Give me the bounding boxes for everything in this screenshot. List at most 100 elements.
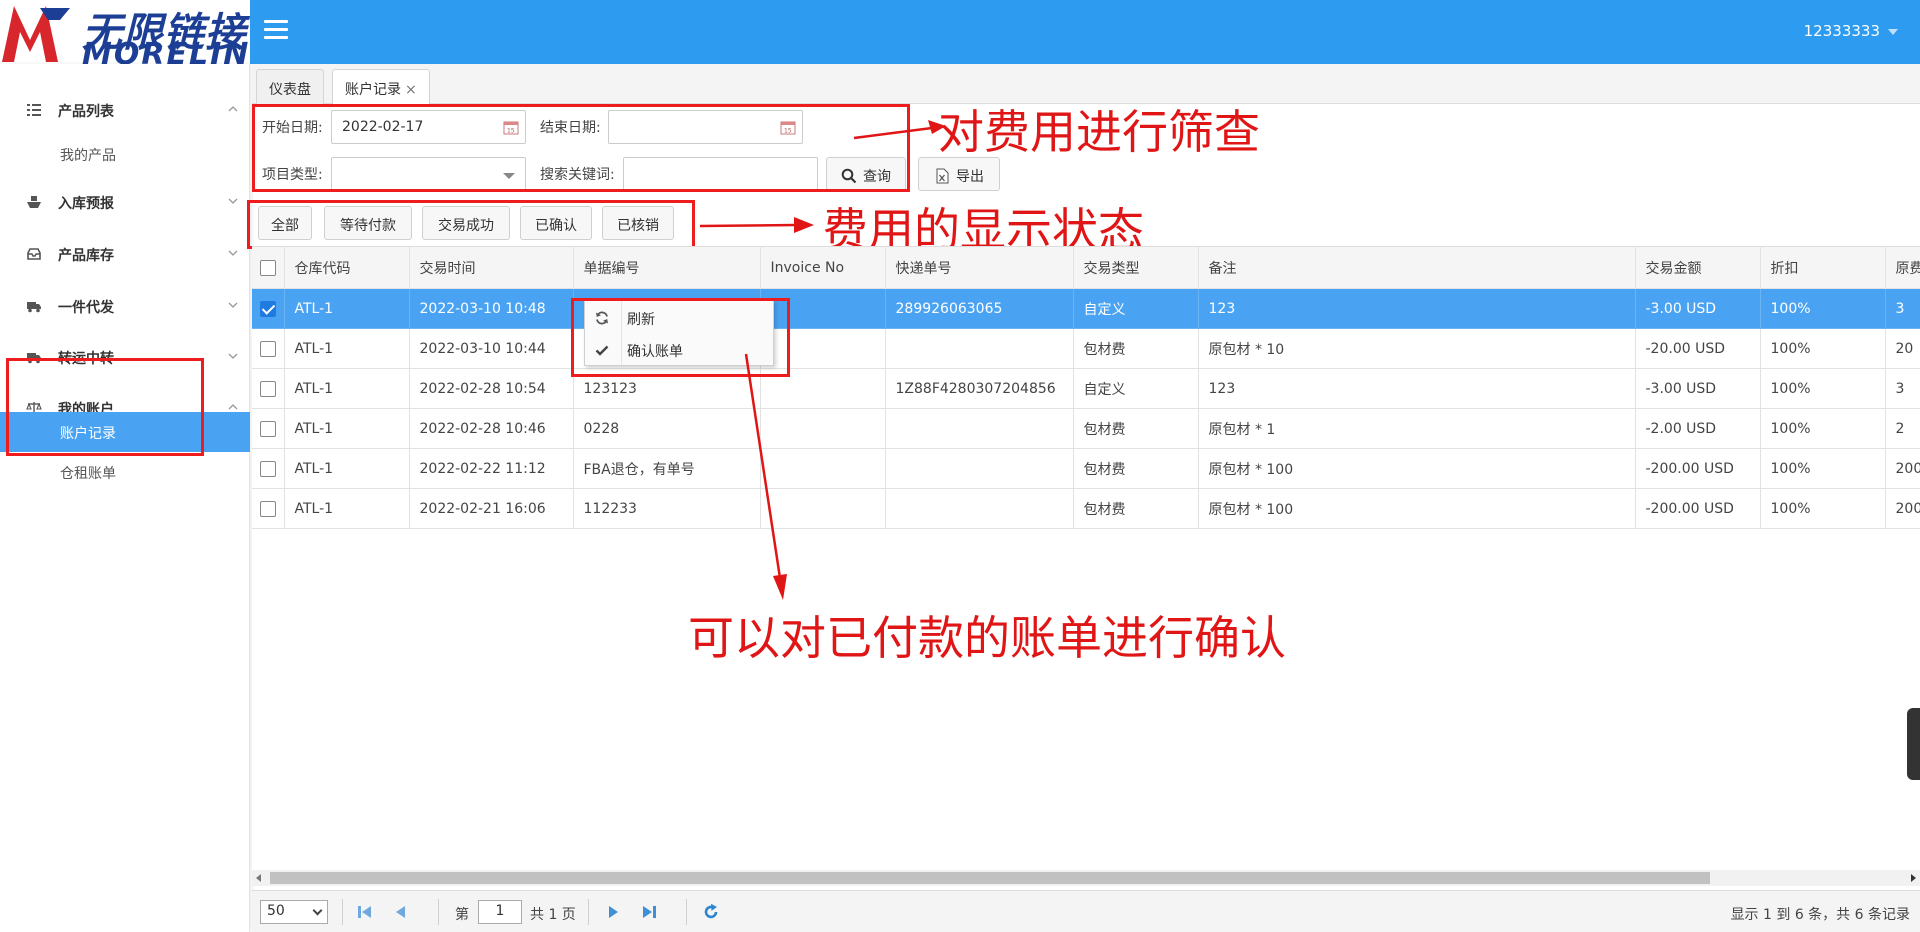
page-size-select[interactable]: 50 (260, 900, 328, 924)
annotation-confirm-text: 可以对已付款的账单进行确认 (688, 611, 1286, 665)
chevron-down-icon (228, 198, 238, 204)
table-cell: FBA退仓，有单号 (573, 448, 761, 489)
page-number-value: 1 (495, 903, 505, 919)
column-header[interactable]: Invoice No (760, 246, 886, 289)
export-button[interactable]: 导出 (918, 157, 1000, 191)
column-header[interactable]: 交易类型 (1073, 246, 1199, 289)
sidebar-item-my-products[interactable]: 我的产品 (0, 134, 250, 174)
column-header[interactable]: 交易时间 (409, 246, 574, 289)
ship-icon (27, 196, 41, 208)
chevron-down-icon (228, 353, 238, 359)
row-select-cell[interactable] (252, 328, 285, 369)
user-name: 12333333 (1803, 22, 1880, 40)
side-widget[interactable] (1907, 708, 1920, 780)
sidebar-group-label: 入库预报 (58, 196, 114, 212)
sidebar-item-storage-bill[interactable]: 仓租账单 (0, 452, 250, 492)
annotation-box-my-account (6, 358, 204, 456)
table-row[interactable]: ATL-1 2022-02-22 11:12 FBA退仓，有单号 包材费 原包材 * 1… (252, 448, 1920, 489)
pager-separator (588, 899, 589, 925)
sidebar-group-product-list[interactable]: 产品列表 (0, 90, 250, 130)
row-select-cell[interactable] (252, 408, 285, 449)
table-cell: -2.00 USD (1635, 408, 1761, 449)
next-page-icon[interactable] (604, 903, 622, 921)
row-checkbox[interactable] (259, 500, 276, 517)
table-row[interactable]: ATL-1 2022-02-28 10:46 0228 包材费 原包材 * 1 -2.00… (252, 408, 1920, 449)
table-cell: 100% (1760, 288, 1886, 329)
table-cell: 包材费 (1073, 328, 1199, 369)
column-header[interactable]: 折扣 (1760, 246, 1886, 289)
table-body: ATL-1 2022-03-10 10:48 289926063065 自定义 123-… (252, 288, 1920, 529)
logo-english: MORELINK (82, 37, 250, 65)
scrollbar-thumb[interactable] (270, 872, 1710, 884)
table-header-row: 仓库代码 交易时间 单据编号 Invoice No 快递单号 交易类型 备注 交… (252, 246, 1920, 289)
menu-toggle-button[interactable] (264, 20, 288, 42)
table-cell: 2022-02-21 16:06 (409, 488, 574, 529)
page-number-input[interactable]: 1 (478, 900, 522, 924)
horizontal-scrollbar[interactable] (252, 870, 1920, 886)
reload-icon[interactable] (702, 903, 720, 921)
column-header[interactable]: 仓库代码 (284, 246, 410, 289)
tab-account-records[interactable]: 账户记录 × (332, 69, 430, 105)
table-row[interactable]: ATL-1 2022-03-10 10:48 289926063065 自定义 123-… (252, 288, 1920, 329)
page-size-value: 50 (267, 903, 285, 919)
table-row[interactable]: ATL-1 2022-03-10 10:44 包材费 原包材 * 10 -20.00 U… (252, 328, 1920, 369)
user-menu[interactable]: 12333333 (1804, 22, 1898, 40)
row-checkbox[interactable] (259, 380, 276, 397)
previous-page-icon[interactable] (392, 903, 410, 921)
scroll-right-icon[interactable] (1911, 874, 1916, 882)
row-checkbox[interactable] (259, 420, 276, 437)
table-row[interactable]: ATL-1 2022-02-28 10:54 123123 1Z88F42803072… (252, 368, 1920, 409)
annotation-arrow (744, 353, 787, 600)
table-row[interactable]: ATL-1 2022-02-21 16:06 112233 包材费 原包材 * 100-… (252, 488, 1920, 529)
table-cell: 包材费 (1073, 408, 1199, 449)
table-cell: 123 (1198, 288, 1636, 329)
table-cell (885, 408, 1074, 449)
table-cell: 原包材 * 10 (1198, 328, 1636, 369)
tab-dashboard[interactable]: 仪表盘 (256, 69, 324, 104)
row-select-cell[interactable] (252, 488, 285, 529)
table-cell (885, 448, 1074, 489)
annotation-arrow (853, 120, 946, 140)
table-cell: 2022-02-22 11:12 (409, 448, 574, 489)
row-select-cell[interactable] (252, 288, 285, 329)
table-cell: ATL-1 (284, 488, 410, 529)
chevron-up-icon (228, 404, 238, 410)
sidebar-group-product-inventory[interactable]: 产品库存 (0, 234, 250, 274)
annotation-box-filters (252, 104, 910, 192)
last-page-icon[interactable] (640, 903, 658, 921)
pagination-bar: 50 第 1 共 1 页 显示 1 到 6 条，共 6 条记录 (252, 890, 1920, 932)
sidebar-group-dropshipping[interactable]: 一件代发 (0, 286, 250, 326)
annotation-filter-text: 对费用进行筛查 (938, 105, 1260, 159)
table-cell: -3.00 USD (1635, 288, 1761, 329)
row-checkbox[interactable] (259, 300, 276, 317)
close-icon[interactable]: × (405, 82, 417, 98)
select-all-checkbox[interactable] (259, 259, 276, 276)
morelink-logo-icon (2, 6, 70, 62)
annotation-arrow (699, 217, 814, 233)
column-header[interactable]: 单据编号 (573, 246, 761, 289)
table-cell: 2022-03-10 10:44 (409, 328, 574, 369)
column-header[interactable]: 快递单号 (885, 246, 1074, 289)
list-icon (27, 104, 41, 116)
truck-icon (27, 302, 41, 313)
column-header[interactable]: 交易金额 (1635, 246, 1761, 289)
records-table: 仓库代码 交易时间 单据编号 Invoice No 快递单号 交易类型 备注 交… (252, 246, 1920, 529)
row-select-cell[interactable] (252, 368, 285, 409)
first-page-icon[interactable] (356, 903, 374, 921)
chevron-down-icon (228, 302, 238, 308)
table-cell: 包材费 (1073, 488, 1199, 529)
row-checkbox[interactable] (259, 460, 276, 477)
scroll-left-icon[interactable] (256, 874, 261, 882)
sidebar-group-inbound-forecast[interactable]: 入库预报 (0, 182, 250, 222)
table-cell: 112233 (573, 488, 761, 529)
column-header[interactable]: 备注 (1198, 246, 1636, 289)
table-cell: 100% (1760, 448, 1886, 489)
column-header[interactable]: 原费 (1885, 246, 1920, 289)
table-cell: 200 (1885, 448, 1920, 489)
row-select-cell[interactable] (252, 448, 285, 489)
chevron-up-icon (228, 106, 238, 112)
row-checkbox[interactable] (259, 340, 276, 357)
page-prefix: 第 (455, 907, 469, 923)
inbox-icon (27, 248, 41, 260)
select-all-cell[interactable] (252, 246, 285, 289)
